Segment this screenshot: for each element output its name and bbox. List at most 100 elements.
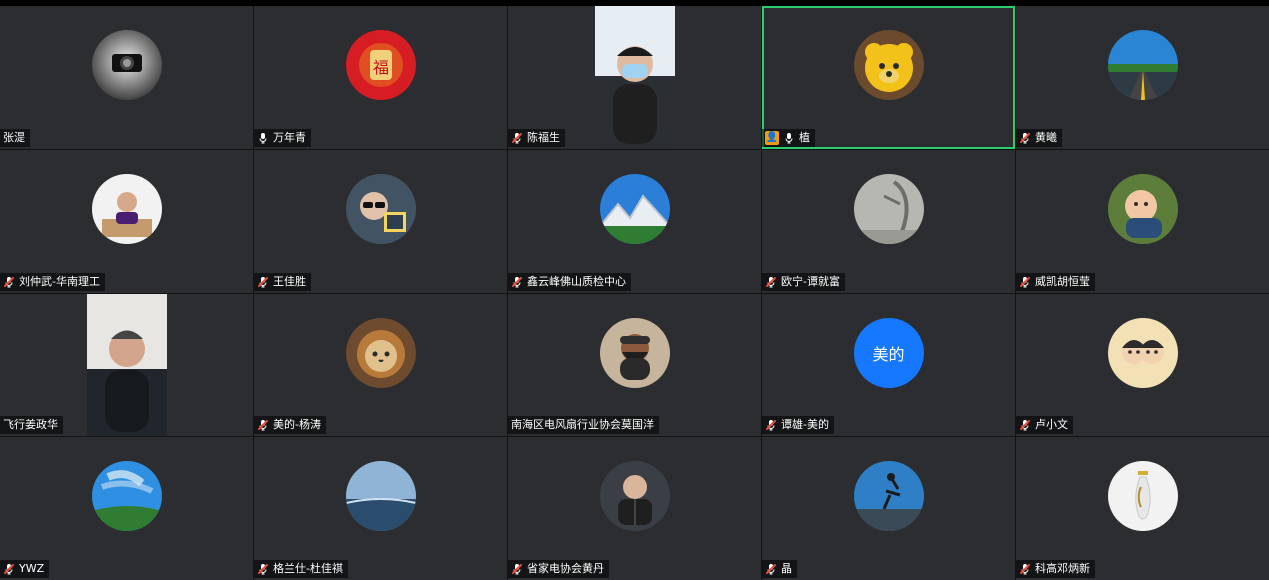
participant-name: 黄曦 [1035,130,1057,144]
microphone-muted-icon [765,276,777,288]
participant-name: 南海区电风扇行业协会莫国洋 [511,418,654,432]
participant-tile[interactable]: 鑫云峰佛山质检中心 [508,149,761,293]
microphone-muted-icon [511,276,523,288]
participant-label: 张湜 [0,128,30,147]
participant-tile[interactable]: 福 万年青 [254,6,507,149]
microphone-muted-icon [3,276,15,288]
participant-avatar [345,461,416,532]
participant-name: 晶 [781,562,792,575]
participant-label: 鑫云峰佛山质检中心 [508,272,631,291]
participant-label: 威凯胡恒莹 [1016,272,1095,291]
svg-text:福: 福 [372,58,388,77]
participant-label: 陈福生 [508,128,565,147]
participant-avatar: 福 [345,30,416,100]
participant-name: 格兰仕-杜佳祺 [273,562,343,575]
participant-name: 谭雄-美的 [781,418,829,432]
participant-name: YWZ [19,562,45,575]
participant-video [594,6,675,149]
participant-avatar [853,173,924,244]
participant-avatar [345,173,416,244]
participant-avatar [1107,317,1178,388]
participant-tile[interactable]: 黄曦 [1016,6,1269,149]
microphone-muted-icon [257,563,269,575]
participant-label: 欧宁-谭就富 [762,272,845,291]
participant-avatar [345,317,416,388]
participant-tile[interactable]: 科高邓炳新 [1016,437,1269,580]
participant-tile[interactable]: 美的-杨涛 [254,293,507,437]
participant-tile[interactable]: 陈福生 [508,6,761,149]
participant-name: 科高邓炳新 [1035,562,1090,575]
participant-avatar [91,30,162,100]
participant-tile[interactable]: 省家电协会黄丹 [508,437,761,580]
participant-tile[interactable]: 格兰仕-杜佳祺 [254,437,507,580]
participant-tile[interactable]: 晶 [762,437,1015,580]
microphone-icon [257,132,269,144]
participant-label: 刘仲武-华南理工 [0,272,105,291]
participant-label: 卢小文 [1016,416,1073,435]
participant-tile[interactable]: 👤 植 [762,6,1015,149]
participant-name: 鑫云峰佛山质检中心 [527,274,626,288]
participant-name: 飞行姜政华 [3,418,58,432]
microphone-muted-icon [765,419,777,431]
microphone-muted-icon [257,419,269,431]
participant-tile[interactable]: 南海区电风扇行业协会莫国洋 [508,293,761,437]
microphone-muted-icon [511,563,523,575]
participant-avatar [853,30,924,100]
participant-name: 植 [799,130,810,144]
microphone-muted-icon [1019,276,1031,288]
participant-name: 刘仲武-华南理工 [19,274,100,288]
participant-tile[interactable]: 卢小文 [1016,293,1269,437]
microphone-muted-icon [257,276,269,288]
participant-avatar [599,317,670,388]
participant-label: 谭雄-美的 [762,416,834,435]
participant-name: 美的-杨涛 [273,418,321,432]
participant-label: 👤 植 [762,128,815,147]
participant-avatar [853,461,924,532]
participant-name: 卢小文 [1035,418,1068,432]
participant-label: YWZ [0,560,50,578]
participant-video [86,293,167,437]
microphone-muted-icon [3,563,15,575]
participant-name: 王佳胜 [273,274,306,288]
participant-avatar [599,461,670,532]
participant-grid: 张湜 福 万年青 陈福生 👤 植 黄曦 刘仲武-华南理工 王佳胜 鑫云峰佛山质检中… [0,6,1269,580]
participant-name: 万年青 [273,130,306,144]
participant-avatar [1107,461,1178,532]
participant-tile[interactable]: 美的 谭雄-美的 [762,293,1015,437]
participant-avatar [91,173,162,244]
participant-label: 黄曦 [1016,128,1062,147]
participant-label: 科高邓炳新 [1016,560,1095,578]
participant-label: 飞行姜政华 [0,416,63,435]
microphone-muted-icon [765,563,777,575]
participant-avatar [1107,30,1178,100]
microphone-muted-icon [1019,419,1031,431]
participant-tile[interactable]: 飞行姜政华 [0,293,253,437]
microphone-muted-icon [1019,563,1031,575]
participant-name: 陈福生 [527,130,560,144]
participant-tile[interactable]: 欧宁-谭就富 [762,149,1015,293]
microphone-icon [783,132,795,144]
participant-avatar [599,173,670,244]
microphone-muted-icon [511,132,523,144]
participant-label: 南海区电风扇行业协会莫国洋 [508,416,659,435]
participant-name: 张湜 [3,130,25,144]
participant-label: 晶 [762,560,797,578]
participant-tile[interactable]: 王佳胜 [254,149,507,293]
participant-tile[interactable]: 威凯胡恒莹 [1016,149,1269,293]
participant-avatar [1107,173,1178,244]
participant-name: 省家电协会黄丹 [527,562,604,575]
participant-name: 欧宁-谭就富 [781,274,840,288]
participant-label: 格兰仕-杜佳祺 [254,560,348,578]
participant-name: 威凯胡恒莹 [1035,274,1090,288]
participant-tile[interactable]: YWZ [0,437,253,580]
participant-label: 省家电协会黄丹 [508,560,609,578]
participant-label: 万年青 [254,128,311,147]
participant-tile[interactable]: 刘仲武-华南理工 [0,149,253,293]
host-person-icon: 👤 [765,130,779,145]
participant-avatar [91,461,162,532]
participant-label: 美的-杨涛 [254,416,326,435]
participant-avatar: 美的 [853,317,924,388]
participant-tile[interactable]: 张湜 [0,6,253,149]
microphone-muted-icon [1019,132,1031,144]
participant-label: 王佳胜 [254,272,311,291]
